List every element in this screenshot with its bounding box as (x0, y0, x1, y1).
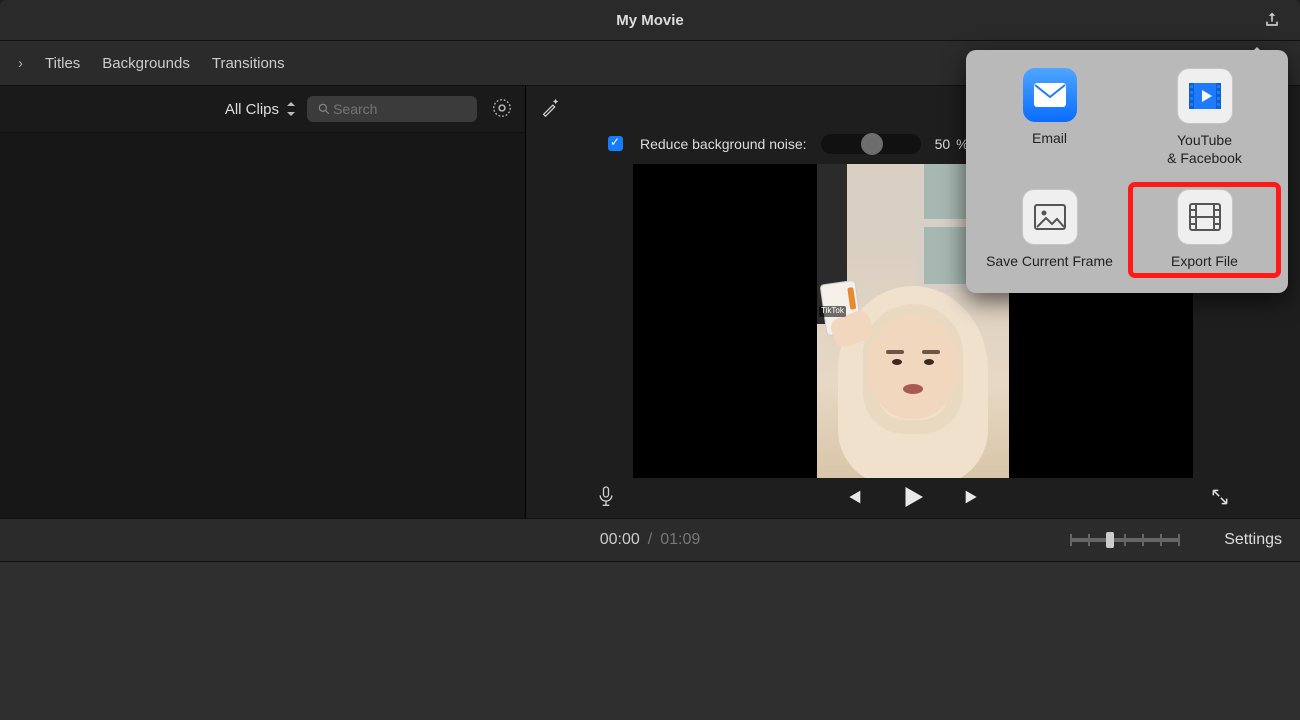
skip-back-icon (842, 486, 864, 508)
share-youtube-facebook-button[interactable]: YouTube & Facebook (1131, 64, 1278, 171)
browser-toolbar: All Clips (0, 86, 525, 133)
export-file-label: Export File (1171, 253, 1238, 271)
noise-label: Reduce background noise: (640, 136, 807, 152)
titlebar: My Movie (0, 0, 1300, 41)
image-icon (1022, 189, 1078, 245)
save-current-frame-button[interactable]: Save Current Frame (976, 185, 1123, 275)
share-icon (1262, 10, 1282, 30)
enhance-button[interactable] (540, 96, 562, 121)
browser-content (0, 133, 525, 518)
gear-icon (491, 97, 513, 119)
save-current-frame-label: Save Current Frame (986, 253, 1113, 271)
expand-icon (1210, 487, 1230, 507)
noise-slider[interactable] (821, 134, 921, 154)
microphone-icon (596, 485, 616, 509)
search-input[interactable] (331, 100, 467, 118)
timeline[interactable] (0, 561, 1300, 720)
zoom-thumb[interactable] (1106, 532, 1114, 548)
clips-filter-dropdown[interactable]: All Clips (225, 101, 297, 118)
prev-button[interactable] (842, 486, 864, 511)
tab-titles[interactable]: Titles (45, 55, 80, 72)
share-email-label: Email (1032, 130, 1067, 148)
voiceover-button[interactable] (596, 485, 616, 512)
browser-settings-button[interactable] (491, 97, 513, 122)
film-export-icon (1177, 189, 1233, 245)
time-readout: 00:00 / 01:09 (600, 531, 701, 549)
share-youtube-facebook-label: YouTube & Facebook (1167, 132, 1242, 167)
updown-chevron-icon (285, 102, 297, 116)
noise-checkbox[interactable] (608, 136, 623, 151)
media-browser: All Clips (0, 86, 526, 518)
share-popover: Email YouTube & Facebook Save Current Fr… (966, 50, 1288, 293)
current-time: 00:00 (600, 531, 640, 549)
tab-left-overflow: › (18, 55, 23, 72)
timeline-settings-button[interactable]: Settings (1224, 531, 1282, 549)
fullscreen-button[interactable] (1210, 487, 1230, 510)
skip-forward-icon (962, 486, 984, 508)
tab-transitions[interactable]: Transitions (212, 55, 285, 72)
play-button[interactable] (898, 482, 928, 515)
duration: 01:09 (660, 531, 700, 549)
search-field[interactable] (307, 96, 477, 122)
noise-value: 50 (935, 136, 951, 152)
timeline-header: 00:00 / 01:09 Settings (0, 518, 1300, 561)
time-separator: / (648, 531, 652, 549)
share-button[interactable] (1262, 10, 1282, 33)
play-icon (898, 482, 928, 512)
share-email-button[interactable]: Email (976, 64, 1123, 171)
noise-slider-thumb[interactable] (861, 133, 883, 155)
envelope-icon (1023, 68, 1077, 122)
magic-wand-icon (540, 96, 562, 118)
zoom-slider[interactable] (1070, 538, 1180, 542)
film-play-icon (1177, 68, 1233, 124)
clip-watermark: TikTok (819, 306, 846, 317)
noise-value-readout: 50 % (935, 136, 969, 152)
clips-filter-label: All Clips (225, 101, 279, 118)
next-button[interactable] (962, 486, 984, 511)
transport-bar (526, 478, 1300, 518)
search-icon (317, 101, 331, 117)
window-title: My Movie (616, 12, 684, 29)
export-file-button[interactable]: Export File (1131, 185, 1278, 275)
tab-backgrounds[interactable]: Backgrounds (102, 55, 190, 72)
